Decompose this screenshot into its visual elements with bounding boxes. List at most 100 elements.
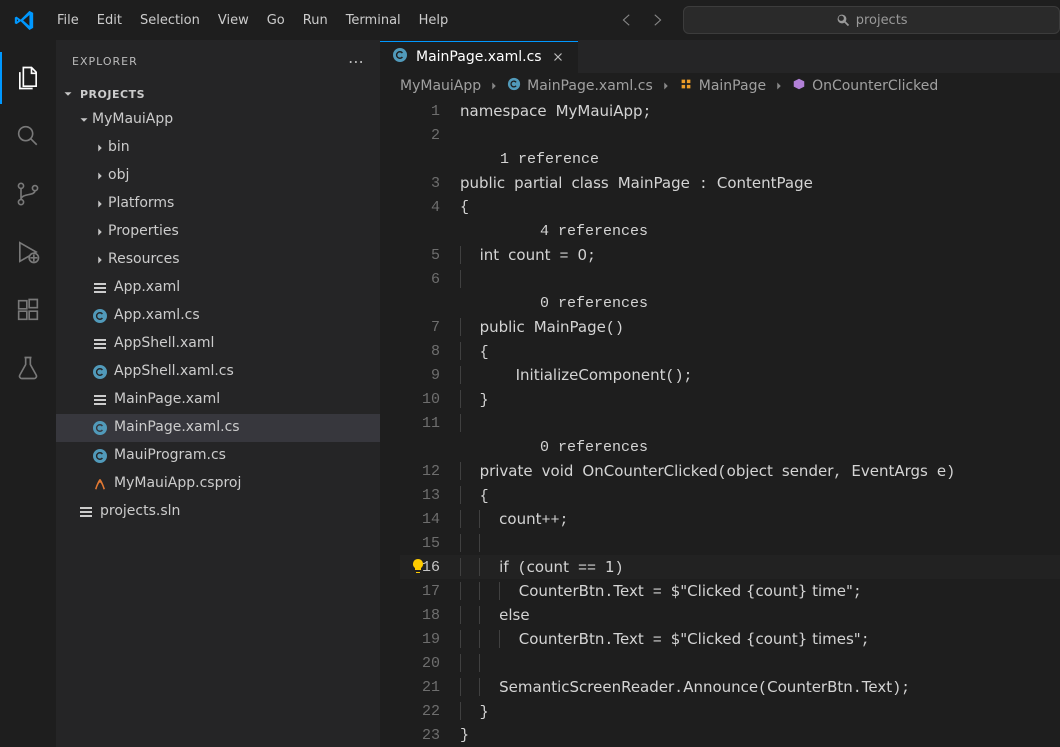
menu-file[interactable]: File — [48, 5, 88, 36]
activity-extensions[interactable] — [0, 284, 56, 336]
codelens[interactable]: 0 references — [460, 439, 648, 456]
activity-explorer[interactable] — [0, 52, 56, 104]
close-icon[interactable] — [550, 49, 566, 65]
activity-test[interactable] — [0, 342, 56, 394]
csharp-file-icon — [90, 420, 110, 436]
activity-scm[interactable] — [0, 168, 56, 220]
tree-file[interactable]: App.xaml — [56, 274, 380, 302]
chevron-right-icon — [659, 79, 673, 93]
xaml-file-icon — [90, 336, 110, 352]
codelens[interactable]: 4 references — [460, 223, 648, 240]
csharp-file-icon — [90, 364, 110, 380]
tree-folder[interactable]: bin — [56, 134, 380, 162]
tree-label: App.xaml.cs — [114, 306, 200, 326]
tree-folder[interactable]: Platforms — [56, 190, 380, 218]
tree-folder[interactable]: Resources — [56, 246, 380, 274]
tree-label: AppShell.xaml — [114, 334, 214, 354]
csharp-file-icon — [392, 47, 408, 67]
menu-view[interactable]: View — [209, 5, 258, 36]
chevron-right-icon — [772, 79, 786, 93]
vscode-icon — [14, 10, 34, 30]
search-text: projects — [856, 13, 908, 28]
tree-label: projects.sln — [100, 502, 180, 522]
sidebar-title: EXPLORER — [72, 55, 138, 68]
menu-terminal[interactable]: Terminal — [337, 5, 410, 36]
tree-folder[interactable]: Properties — [56, 218, 380, 246]
breadcrumb-item[interactable]: MainPage — [679, 77, 766, 95]
tree-label: AppShell.xaml.cs — [114, 362, 234, 382]
file-tree: MyMauiApp bin obj Platforms Properties R… — [56, 106, 380, 526]
nav-forward-icon[interactable] — [649, 11, 667, 29]
nav-arrows — [617, 11, 667, 29]
tree-file[interactable]: projects.sln — [56, 498, 380, 526]
activity-bar — [0, 40, 56, 747]
explorer-sidebar: EXPLORER ⋯ PROJECTS MyMauiApp bin obj Pl… — [56, 40, 380, 747]
tree-folder[interactable]: obj — [56, 162, 380, 190]
title-bar: File Edit Selection View Go Run Terminal… — [0, 0, 1060, 40]
chevron-down-icon — [60, 86, 76, 102]
menu-edit[interactable]: Edit — [88, 5, 131, 36]
menu-run[interactable]: Run — [294, 5, 337, 36]
section-header[interactable]: PROJECTS — [56, 82, 380, 106]
breadcrumb-item[interactable]: MainPage.xaml.cs — [507, 77, 653, 95]
breadcrumb-item[interactable]: OnCounterClicked — [792, 77, 938, 95]
chevron-right-icon — [92, 168, 108, 184]
menu-go[interactable]: Go — [258, 5, 294, 36]
section-label: PROJECTS — [80, 88, 145, 101]
chevron-right-icon — [92, 140, 108, 156]
tree-label: MyMauiApp.csproj — [114, 474, 241, 494]
branch-icon — [14, 180, 42, 208]
tree-file[interactable]: MainPage.xaml — [56, 386, 380, 414]
codelens[interactable]: 0 references — [460, 295, 648, 312]
tree-label: Platforms — [108, 194, 174, 214]
tree-label: Properties — [108, 222, 179, 242]
tree-label: MauiProgram.cs — [114, 446, 226, 466]
chevron-right-icon — [92, 224, 108, 240]
tree-file[interactable]: MauiProgram.cs — [56, 442, 380, 470]
menu-selection[interactable]: Selection — [131, 5, 209, 36]
activity-debug[interactable] — [0, 226, 56, 278]
codelens[interactable]: 1 reference — [460, 151, 599, 168]
tab-active[interactable]: MainPage.xaml.cs — [380, 40, 578, 73]
tree-label: MainPage.xaml — [114, 390, 220, 410]
method-icon — [792, 77, 806, 95]
tree-file[interactable]: App.xaml.cs — [56, 302, 380, 330]
debug-icon — [14, 238, 42, 266]
tree-file[interactable]: AppShell.xaml — [56, 330, 380, 358]
nav-back-icon[interactable] — [617, 11, 635, 29]
tree-file[interactable]: AppShell.xaml.cs — [56, 358, 380, 386]
menu-help[interactable]: Help — [410, 5, 458, 36]
breadcrumb: MyMauiApp MainPage.xaml.cs MainPage OnCo… — [380, 73, 1060, 99]
lightbulb-icon[interactable] — [410, 558, 426, 574]
more-icon[interactable]: ⋯ — [348, 52, 364, 71]
breadcrumb-item[interactable]: MyMauiApp — [400, 78, 481, 94]
tree-file-selected[interactable]: MainPage.xaml.cs — [56, 414, 380, 442]
chevron-down-icon — [76, 112, 92, 128]
code-editor[interactable]: 1namespace MyMauiApp; 2 1 reference 3pub… — [380, 99, 1060, 747]
search-icon — [14, 122, 42, 150]
tree-label: obj — [108, 166, 129, 186]
search-input[interactable]: projects — [683, 6, 1060, 34]
tree-label: Resources — [108, 250, 180, 270]
xaml-file-icon — [90, 280, 110, 296]
tree-label: MyMauiApp — [92, 110, 173, 130]
chevron-right-icon — [92, 196, 108, 212]
flask-icon — [14, 354, 42, 382]
activity-search[interactable] — [0, 110, 56, 162]
extensions-icon — [14, 296, 42, 324]
csproj-file-icon — [90, 476, 110, 492]
tab-bar: MainPage.xaml.cs — [380, 40, 1060, 73]
main-area: EXPLORER ⋯ PROJECTS MyMauiApp bin obj Pl… — [0, 40, 1060, 747]
tree-label: MainPage.xaml.cs — [114, 418, 240, 438]
chevron-right-icon — [487, 79, 501, 93]
sln-file-icon — [76, 504, 96, 520]
search-icon — [836, 13, 850, 27]
menu-bar: File Edit Selection View Go Run Terminal… — [48, 5, 457, 36]
tree-folder-root[interactable]: MyMauiApp — [56, 106, 380, 134]
sidebar-header: EXPLORER ⋯ — [56, 40, 380, 82]
tree-label: bin — [108, 138, 130, 158]
tree-file[interactable]: MyMauiApp.csproj — [56, 470, 380, 498]
files-icon — [14, 64, 42, 92]
csharp-file-icon — [90, 448, 110, 464]
tab-label: MainPage.xaml.cs — [416, 49, 542, 65]
